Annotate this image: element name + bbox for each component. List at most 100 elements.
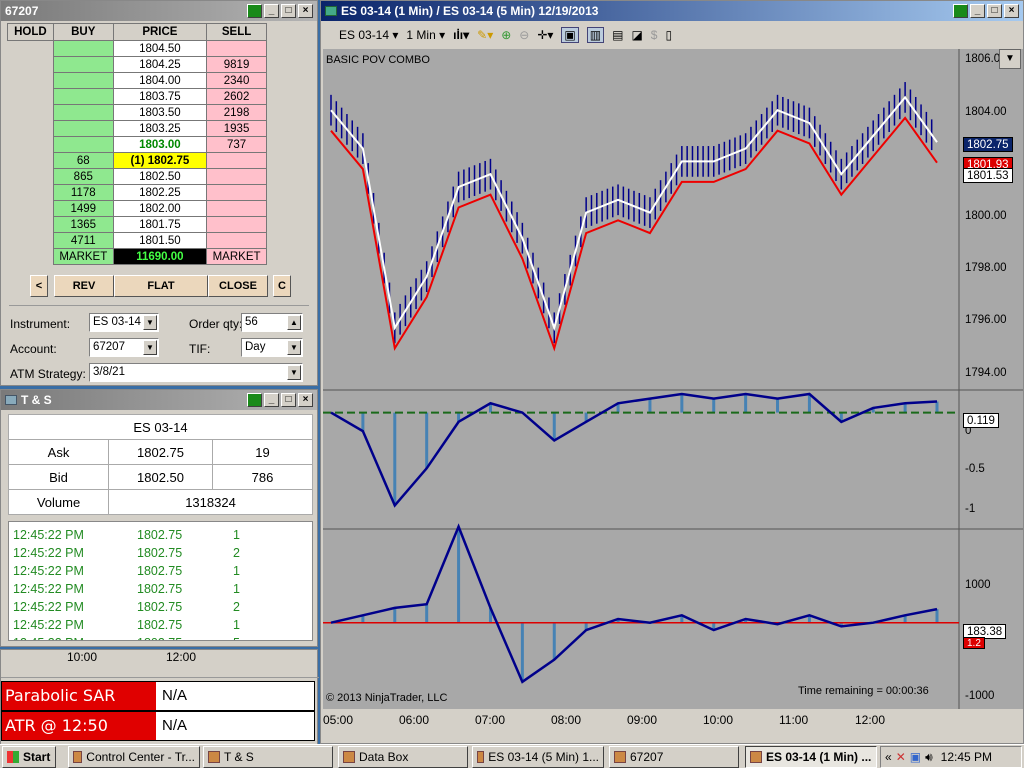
display-icon[interactable]: ▣ bbox=[910, 750, 921, 764]
chart-area[interactable]: BASIC POV COMBO © 2013 NinjaTrader, LLC … bbox=[323, 49, 1023, 743]
sell-cell[interactable]: 9819 bbox=[206, 56, 267, 73]
properties-icon[interactable]: ▯ bbox=[665, 28, 672, 42]
hold-header[interactable]: HOLD bbox=[7, 23, 54, 41]
taskbar-item[interactable]: Data Box bbox=[338, 746, 468, 768]
dom-row: 1803.75 2602 bbox=[7, 88, 267, 105]
close-position-button[interactable]: CLOSE bbox=[208, 275, 268, 297]
ts-icon bbox=[5, 395, 17, 405]
left-button[interactable]: < bbox=[30, 275, 48, 297]
system-tray: « ✕ ▣ 🔊︎ 12:45 PM bbox=[880, 746, 1022, 768]
ts-titlebar[interactable]: T & S ■ _ □ × bbox=[1, 390, 317, 410]
taskbar-item[interactable]: 67207 bbox=[609, 746, 739, 768]
buy-cell[interactable]: 4711 bbox=[52, 232, 114, 249]
taskbar-item-active[interactable]: ES 03-14 (1 Min) ... bbox=[745, 746, 877, 768]
strategies-icon[interactable]: ▤ bbox=[612, 28, 623, 42]
sell-cell[interactable] bbox=[206, 232, 267, 249]
spin-icon[interactable]: ▲ bbox=[287, 315, 301, 330]
buy-cell[interactable] bbox=[52, 104, 114, 121]
buy-cell[interactable] bbox=[52, 56, 114, 73]
tif-select[interactable]: Day ▼ bbox=[241, 338, 303, 357]
buy-cell[interactable] bbox=[52, 72, 114, 89]
time-tick-label: 07:00 bbox=[475, 713, 506, 727]
chevron-down-icon[interactable]: ▼ bbox=[143, 340, 157, 355]
chevron-down-icon[interactable]: ▼ bbox=[143, 315, 157, 330]
sell-cell[interactable] bbox=[206, 216, 267, 233]
buy-cell[interactable]: 1178 bbox=[52, 184, 114, 201]
axis-tick-label: 1796.00 bbox=[965, 314, 1007, 326]
pin-icon[interactable]: ■ bbox=[247, 393, 262, 407]
close-button[interactable]: × bbox=[298, 393, 313, 407]
buy-cell[interactable] bbox=[52, 120, 114, 137]
trade-row: 12:45:22 PM 1802.75 2 bbox=[13, 544, 312, 562]
scroll-arrow[interactable]: ▼ bbox=[999, 49, 1021, 69]
rev-button[interactable]: REV bbox=[54, 275, 114, 297]
minimize-button[interactable]: _ bbox=[264, 4, 279, 18]
order-qty-stepper[interactable]: 56 ▲ bbox=[241, 313, 303, 332]
time-tick: 12:00 bbox=[166, 650, 197, 664]
start-button[interactable]: Start bbox=[2, 746, 56, 768]
price-cell: 1803.25 bbox=[112, 120, 208, 137]
pencil-icon[interactable]: ✎▾ bbox=[477, 28, 493, 42]
buy-cell[interactable]: 1365 bbox=[52, 216, 114, 233]
buy-cell[interactable]: 1499 bbox=[52, 200, 114, 217]
maximize-button[interactable]: □ bbox=[281, 4, 296, 18]
taskbar-item[interactable]: Control Center - Tr... bbox=[68, 746, 200, 768]
maximize-button[interactable]: □ bbox=[281, 393, 296, 407]
atm-select[interactable]: 3/8/21 ▼ bbox=[89, 363, 303, 382]
dom-titlebar[interactable]: 67207 ■ _ □ × bbox=[1, 1, 317, 21]
chart-style-icon[interactable]: ◪ bbox=[631, 28, 642, 42]
sell-cell[interactable] bbox=[206, 40, 267, 57]
market-sell-button[interactable]: MARKET bbox=[206, 248, 267, 265]
dollar-icon[interactable]: $ bbox=[651, 28, 658, 42]
sell-cell[interactable]: 737 bbox=[206, 136, 267, 153]
indicators-icon[interactable]: ▥ bbox=[586, 27, 605, 43]
zoom-in-icon[interactable]: ⊕ bbox=[501, 28, 511, 42]
pin-icon[interactable]: ■ bbox=[953, 4, 968, 18]
axis-tick-label: 1000 bbox=[965, 579, 991, 591]
sell-cell[interactable]: 1935 bbox=[206, 120, 267, 137]
crosshair-icon[interactable]: ✛▾ bbox=[537, 28, 553, 42]
buy-cell[interactable] bbox=[52, 88, 114, 105]
buy-cell[interactable] bbox=[52, 40, 114, 57]
maximize-button[interactable]: □ bbox=[987, 4, 1002, 18]
instrument-select[interactable]: ES 03-14 ▼ bbox=[89, 313, 159, 332]
tray-expand-icon[interactable]: « bbox=[885, 750, 892, 764]
data-box-icon[interactable]: ▣ bbox=[561, 27, 579, 43]
taskbar-item[interactable]: T & S bbox=[203, 746, 333, 768]
chevron-down-icon[interactable]: ▼ bbox=[287, 340, 301, 355]
buy-cell[interactable]: 68 bbox=[52, 152, 114, 169]
minimize-button[interactable]: _ bbox=[970, 4, 985, 18]
network-icon[interactable]: ✕ bbox=[896, 750, 906, 764]
market-buy-button[interactable]: MARKET bbox=[52, 248, 114, 265]
bar-type-icon[interactable]: ıİı▾ bbox=[453, 28, 469, 42]
flat-button[interactable]: FLAT bbox=[114, 275, 208, 297]
buy-cell[interactable]: 865 bbox=[52, 168, 114, 185]
pin-icon[interactable]: ■ bbox=[247, 4, 262, 18]
account-select[interactable]: 67207 ▼ bbox=[89, 338, 159, 357]
trade-price: 1802.75 bbox=[137, 528, 183, 542]
sell-cell[interactable] bbox=[206, 184, 267, 201]
minimize-button[interactable]: _ bbox=[264, 393, 279, 407]
interval-dropdown[interactable]: 1 Min ▾ bbox=[406, 28, 445, 42]
zoom-out-icon[interactable]: ⊖ bbox=[519, 28, 529, 42]
trade-row: 12:45:22 PM 1802.75 1 bbox=[13, 562, 312, 580]
close-button[interactable]: × bbox=[298, 4, 313, 18]
sell-cell[interactable]: 2602 bbox=[206, 88, 267, 105]
buy-cell[interactable] bbox=[52, 136, 114, 153]
sell-cell[interactable] bbox=[206, 152, 267, 169]
sell-cell[interactable] bbox=[206, 200, 267, 217]
chevron-down-icon[interactable]: ▼ bbox=[287, 365, 301, 380]
hold-cell bbox=[7, 232, 54, 249]
sell-cell[interactable]: 2198 bbox=[206, 104, 267, 121]
databox-row: ATR @ 12:50 N/A bbox=[1, 711, 315, 741]
taskbar-item[interactable]: ES 03-14 (5 Min) 1... bbox=[472, 746, 604, 768]
c-button[interactable]: C bbox=[273, 275, 291, 297]
instrument-dropdown[interactable]: ES 03-14 ▾ bbox=[339, 28, 398, 42]
sell-cell[interactable] bbox=[206, 168, 267, 185]
close-button[interactable]: × bbox=[1004, 4, 1019, 18]
chart-titlebar[interactable]: ES 03-14 (1 Min) / ES 03-14 (5 Min) 12/1… bbox=[321, 1, 1023, 21]
sell-cell[interactable]: 2340 bbox=[206, 72, 267, 89]
ts-trade-list[interactable]: 12:45:22 PM 1802.75 1 12:45:22 PM 1802.75 2 12… bbox=[8, 521, 313, 641]
chart-svg[interactable] bbox=[323, 49, 1023, 743]
volume-icon[interactable]: 🔊︎ bbox=[925, 750, 933, 765]
